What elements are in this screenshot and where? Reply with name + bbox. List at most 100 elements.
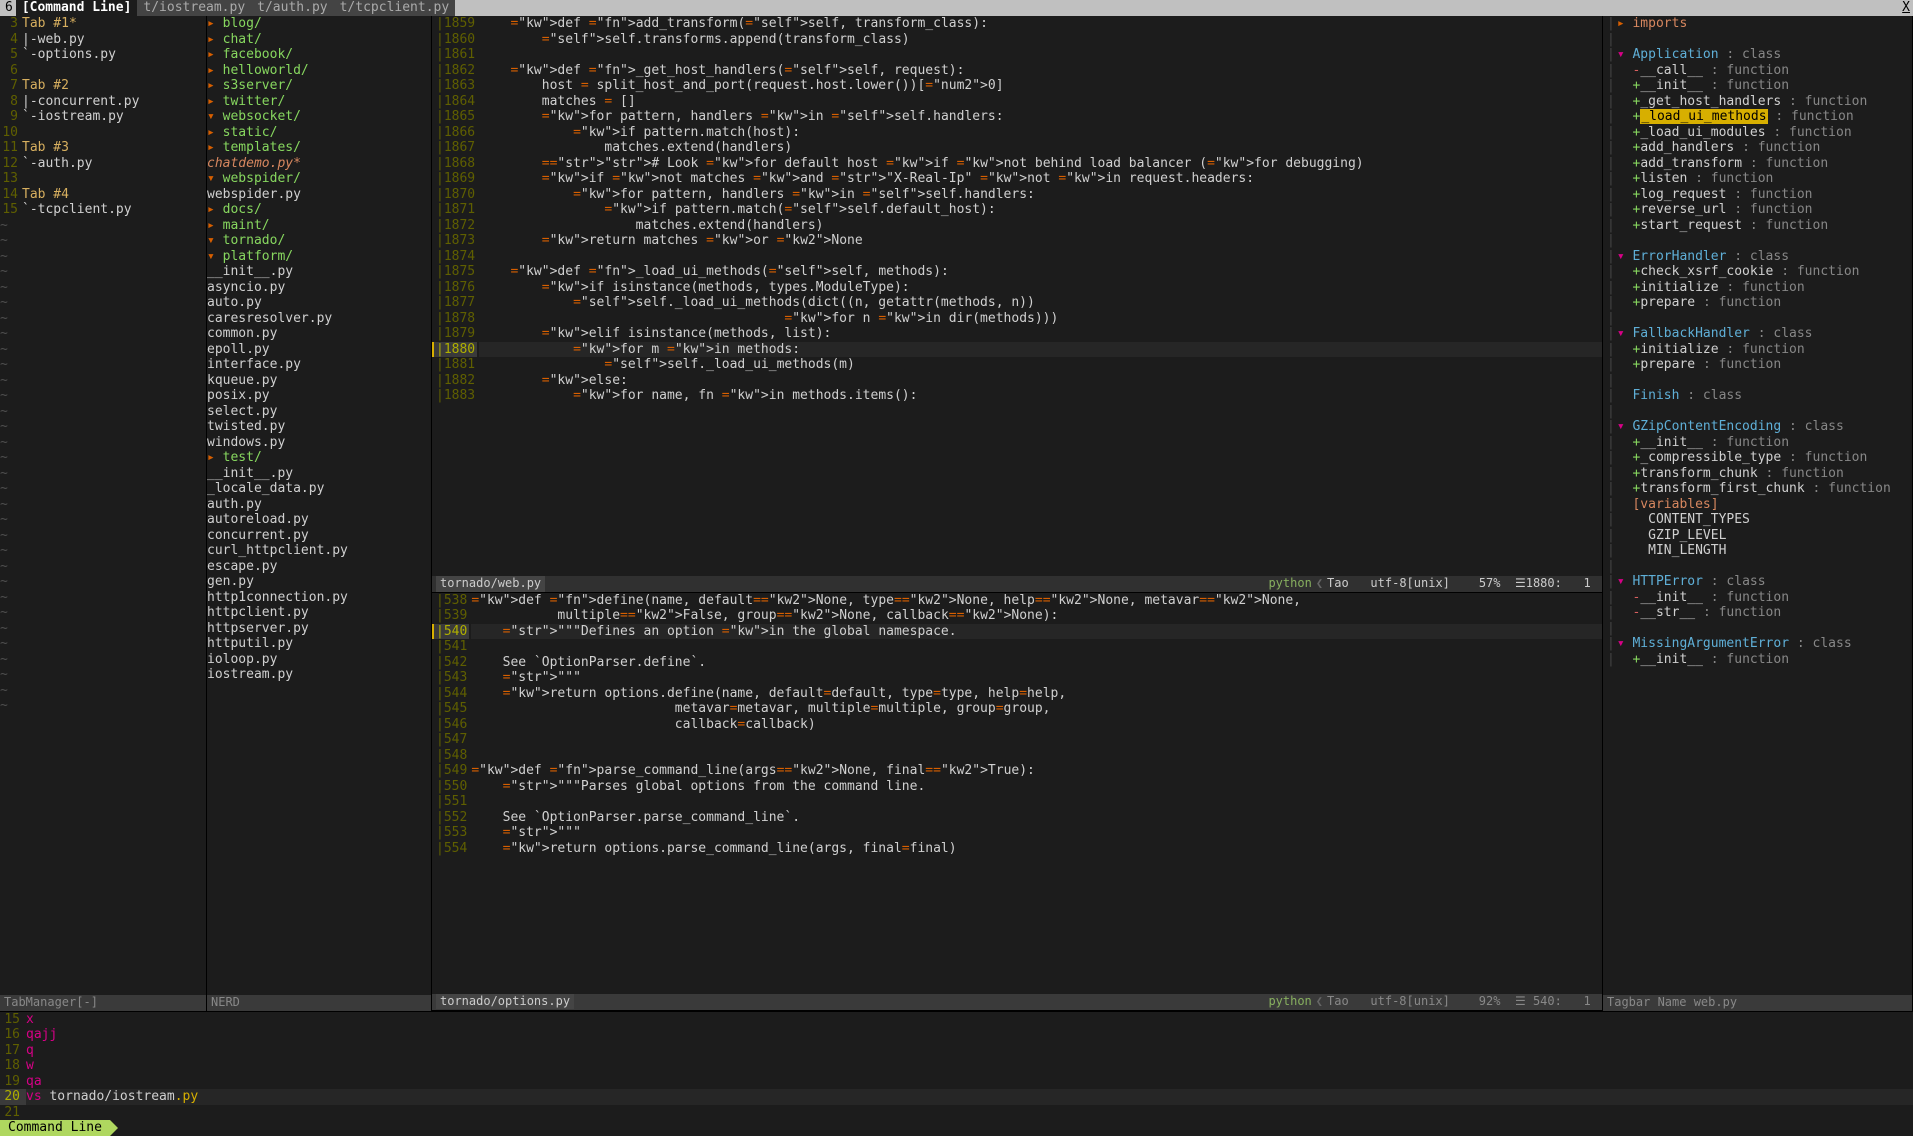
tabmanager-row[interactable]: 12`-auth.py	[0, 156, 206, 172]
tagbar-item[interactable]	[1603, 404, 1912, 420]
nerdtree-node[interactable]: ▸ static/	[207, 125, 431, 141]
nerdtree-node[interactable]: caresresolver.py	[207, 311, 431, 327]
tabmanager-row[interactable]: 7Tab #2	[0, 78, 206, 94]
tagbar-item[interactable]	[1603, 32, 1912, 48]
tagbar-item[interactable]: +_get_host_handlers : function	[1603, 94, 1912, 110]
nerdtree-node[interactable]: asyncio.py	[207, 280, 431, 296]
nerdtree-node[interactable]: ▸ docs/	[207, 202, 431, 218]
tagbar-item[interactable]: ▸ imports	[1603, 16, 1912, 32]
nerdtree-node[interactable]: gen.py	[207, 574, 431, 590]
nerdtree-node[interactable]: ▸ twitter/	[207, 94, 431, 110]
nerdtree-node[interactable]: curl_httpclient.py	[207, 543, 431, 559]
tabmanager-row[interactable]: 14Tab #4	[0, 187, 206, 203]
tagbar-item[interactable]: [variables]	[1603, 497, 1912, 513]
nerdtree-node[interactable]: http1connection.py	[207, 590, 431, 606]
cmdwin-row[interactable]: 21	[0, 1105, 1913, 1121]
cmdwin-row[interactable]: 16qajj	[0, 1027, 1913, 1043]
tagbar-item[interactable]: ▾ HTTPError : class	[1603, 574, 1912, 590]
cmdwin-row[interactable]: 17q	[0, 1043, 1913, 1059]
tabmanager-row[interactable]: 4|-web.py	[0, 32, 206, 48]
tagbar-item[interactable]: +_load_ui_modules : function	[1603, 125, 1912, 141]
nerdtree-node[interactable]: autoreload.py	[207, 512, 431, 528]
code-pane-web[interactable]: |1859|1860|1861|1862|1863|1864|1865|1866…	[432, 16, 1602, 593]
tagbar-item[interactable]	[1603, 373, 1912, 389]
nerdtree-node[interactable]: ▸ templates/	[207, 140, 431, 156]
nerdtree-node[interactable]: httpclient.py	[207, 605, 431, 621]
nerdtree-node[interactable]: windows.py	[207, 435, 431, 451]
nerdtree-node[interactable]: twisted.py	[207, 419, 431, 435]
tagbar-item[interactable]: ▾ MissingArgumentError : class	[1603, 636, 1912, 652]
tagbar-item[interactable]: +transform_first_chunk : function	[1603, 481, 1912, 497]
tagbar-item[interactable]: CONTENT_TYPES	[1603, 512, 1912, 528]
nerdtree-node[interactable]: auth.py	[207, 497, 431, 513]
tagbar-item[interactable]: +__init__ : function	[1603, 652, 1912, 668]
tabmanager-row[interactable]: 5`-options.py	[0, 47, 206, 63]
nerdtree-node[interactable]: ▾ platform/	[207, 249, 431, 265]
tagbar-item[interactable]: -__str__ : function	[1603, 605, 1912, 621]
tagbar-item[interactable]: +_load_ui_methods : function	[1603, 109, 1912, 125]
tagbar-item[interactable]: +__init__ : function	[1603, 435, 1912, 451]
nerdtree-node[interactable]: __init__.py	[207, 264, 431, 280]
tabmanager-row[interactable]: 15`-tcpclient.py	[0, 202, 206, 218]
tagbar-item[interactable]: +add_transform : function	[1603, 156, 1912, 172]
tagbar-item[interactable]	[1603, 621, 1912, 637]
nerdtree-node[interactable]: _locale_data.py	[207, 481, 431, 497]
nerdtree-node[interactable]: kqueue.py	[207, 373, 431, 389]
nerdtree-node[interactable]: ▸ test/	[207, 450, 431, 466]
nerdtree-node[interactable]: ▸ helloworld/	[207, 63, 431, 79]
nerdtree-node[interactable]: ▸ chat/	[207, 32, 431, 48]
nerdtree-node[interactable]: ▾ tornado/	[207, 233, 431, 249]
cmdwin-row[interactable]: 18w	[0, 1058, 1913, 1074]
nerdtree-node[interactable]: httputil.py	[207, 636, 431, 652]
tagbar-item[interactable]: +prepare : function	[1603, 295, 1912, 311]
nerdtree-node[interactable]: concurrent.py	[207, 528, 431, 544]
tagbar-item[interactable]: +add_handlers : function	[1603, 140, 1912, 156]
tagbar-item[interactable]: +initialize : function	[1603, 342, 1912, 358]
tagbar-item[interactable]: +log_request : function	[1603, 187, 1912, 203]
tabmanager-row[interactable]: 11Tab #3	[0, 140, 206, 156]
nerdtree-pane[interactable]: ▸ blog/ ▸ chat/ ▸ facebook/ ▸ helloworld…	[207, 16, 432, 1011]
tagbar-item[interactable]: ▾ FallbackHandler : class	[1603, 326, 1912, 342]
tagbar-item[interactable]: ▾ GZipContentEncoding : class	[1603, 419, 1912, 435]
nerdtree-node[interactable]: common.py	[207, 326, 431, 342]
nerdtree-node[interactable]: __init__.py	[207, 466, 431, 482]
nerdtree-node[interactable]: ▸ maint/	[207, 218, 431, 234]
tagbar-item[interactable]: +listen : function	[1603, 171, 1912, 187]
code-pane-options[interactable]: |538|539|540|541|542|543|544|545|546|547…	[432, 593, 1602, 1011]
nerdtree-node[interactable]: ▸ s3server/	[207, 78, 431, 94]
nerdtree-node[interactable]: ▾ websocket/	[207, 109, 431, 125]
nerdtree-node[interactable]: ioloop.py	[207, 652, 431, 668]
tagbar-item[interactable]: +_compressible_type : function	[1603, 450, 1912, 466]
tab-auth[interactable]: t/auth.py	[251, 0, 333, 16]
nerdtree-node[interactable]: ▸ facebook/	[207, 47, 431, 63]
tab-iostream[interactable]: t/iostream.py	[137, 0, 251, 16]
tagbar-item[interactable]: +transform_chunk : function	[1603, 466, 1912, 482]
tagbar-item[interactable]: +__init__ : function	[1603, 78, 1912, 94]
nerdtree-node[interactable]: auto.py	[207, 295, 431, 311]
tab-tcpclient[interactable]: t/tcpclient.py	[334, 0, 456, 16]
tab-cmdline[interactable]: [Command Line]	[16, 0, 138, 16]
tagbar-item[interactable]: MIN_LENGTH	[1603, 543, 1912, 559]
nerdtree-node[interactable]: ▾ webspider/	[207, 171, 431, 187]
cmdwin-row[interactable]: 15x	[0, 1012, 1913, 1028]
tagbar-item[interactable]: -__init__ : function	[1603, 590, 1912, 606]
cmdwin-row[interactable]: 19qa	[0, 1074, 1913, 1090]
tagbar-item[interactable]: ▾ ErrorHandler : class	[1603, 249, 1912, 265]
close-icon[interactable]: X	[1902, 0, 1910, 16]
tagbar-item[interactable]	[1603, 311, 1912, 327]
nerdtree-node[interactable]: posix.py	[207, 388, 431, 404]
tagbar-item[interactable]	[1603, 559, 1912, 575]
nerdtree-node[interactable]: select.py	[207, 404, 431, 420]
tagbar-item[interactable]: +check_xsrf_cookie : function	[1603, 264, 1912, 280]
cmdwin-row[interactable]: 20vs tornado/iostream.py	[0, 1089, 1913, 1105]
tagbar-item[interactable]: -__call__ : function	[1603, 63, 1912, 79]
tagbar-item[interactable]: +reverse_url : function	[1603, 202, 1912, 218]
tagbar-item[interactable]: +start_request : function	[1603, 218, 1912, 234]
tagbar-item[interactable]: GZIP_LEVEL	[1603, 528, 1912, 544]
tagbar-item[interactable]: +prepare : function	[1603, 357, 1912, 373]
nerdtree-node[interactable]: webspider.py	[207, 187, 431, 203]
tabmanager-row[interactable]: 8|-concurrent.py	[0, 94, 206, 110]
nerdtree-node[interactable]: iostream.py	[207, 667, 431, 683]
tabmanager-row[interactable]: 9`-iostream.py	[0, 109, 206, 125]
tagbar-item[interactable]	[1603, 233, 1912, 249]
